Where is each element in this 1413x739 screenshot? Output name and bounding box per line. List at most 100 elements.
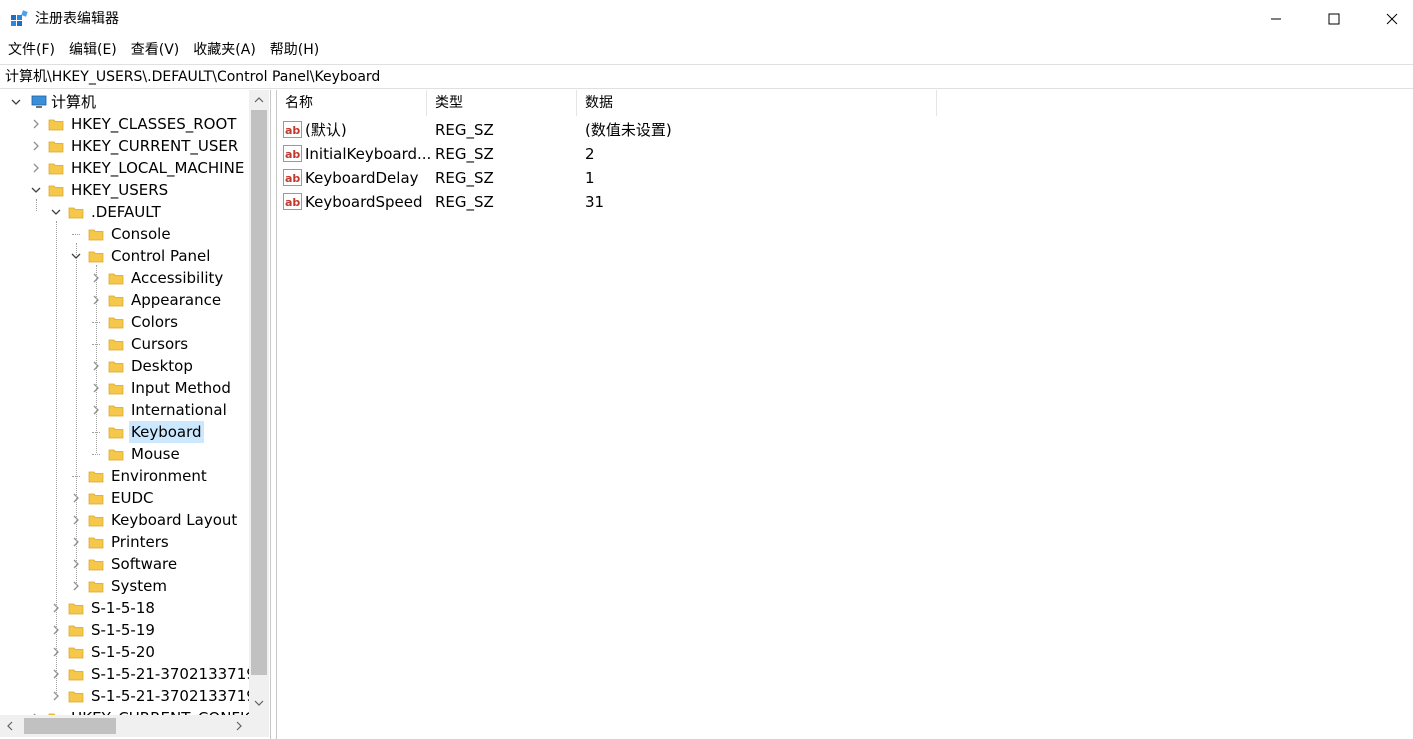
tree-item[interactable]: HKEY_CLASSES_ROOT	[0, 113, 249, 135]
chevron-down-icon[interactable]	[50, 205, 62, 219]
tree-item[interactable]: Appearance	[0, 289, 249, 311]
value-data: (数值未设置)	[585, 121, 672, 139]
tree-vertical-scrollbar[interactable]	[249, 90, 269, 715]
tree-item-label: 计算机	[51, 93, 97, 111]
tree-item-label: Desktop	[131, 357, 193, 375]
tree-item-label: Environment	[111, 467, 207, 485]
tree-item[interactable]: Software	[0, 553, 249, 575]
value-data: 31	[585, 193, 605, 211]
tree-item[interactable]: Environment	[0, 465, 249, 487]
tree-item[interactable]: .DEFAULT	[0, 201, 249, 223]
address-path[interactable]: 计算机\HKEY_USERS\.DEFAULT\Control Panel\Ke…	[5, 67, 380, 87]
tree-item-label: S-1-5-19	[91, 621, 155, 639]
value-data: 2	[585, 145, 595, 163]
tree-item-label: HKEY_LOCAL_MACHINE	[71, 159, 245, 177]
value-type: REG_SZ	[435, 145, 494, 163]
tree-item[interactable]: HKEY_LOCAL_MACHINE	[0, 157, 249, 179]
tree-item-label: EUDC	[111, 489, 154, 507]
close-button[interactable]	[1363, 0, 1413, 38]
string-value-icon: ab	[283, 169, 303, 187]
tree-item-label: S-1-5-20	[91, 643, 155, 661]
tree-item-label: Control Panel	[111, 247, 211, 265]
values-pane[interactable]: 名称 类型 数据 ab (默认) REG_SZ (数值未设置) ab InitialKey…	[276, 90, 1413, 739]
tree-item-label: S-1-5-18	[91, 599, 155, 617]
tree-item[interactable]: Control Panel	[0, 245, 249, 267]
tree-item-label: Mouse	[131, 445, 180, 463]
tree-item[interactable]: Cursors	[0, 333, 249, 355]
folder-icon	[108, 424, 124, 440]
chevron-right-icon[interactable]	[30, 139, 42, 153]
tree-item[interactable]: Accessibility	[0, 267, 249, 289]
tree-item[interactable]: Console	[0, 223, 249, 245]
menu-help[interactable]: 帮助(H)	[262, 38, 325, 62]
column-header-type[interactable]: 类型	[427, 90, 577, 116]
tree-pane[interactable]: 计算机 HKEY_CLASSES_ROOT HKEY_CURRENT_USER HKE…	[0, 90, 271, 739]
chevron-right-icon[interactable]	[30, 117, 42, 131]
folder-icon	[48, 160, 64, 176]
tree-item[interactable]: Colors	[0, 311, 249, 333]
maximize-button[interactable]	[1305, 0, 1363, 38]
tree-item-label: System	[111, 577, 167, 595]
tree-item[interactable]: Keyboard Layout	[0, 509, 249, 531]
tree-item-label: S-1-5-21-3702133719	[91, 665, 256, 683]
column-header-data[interactable]: 数据	[577, 90, 937, 116]
folder-icon	[108, 336, 124, 352]
scroll-right-arrow-icon[interactable]	[229, 715, 249, 737]
chevron-down-icon[interactable]	[10, 95, 22, 109]
tree-horizontal-scrollbar[interactable]	[0, 715, 269, 737]
address-bar[interactable]: 计算机\HKEY_USERS\.DEFAULT\Control Panel\Ke…	[0, 64, 1413, 89]
menu-edit[interactable]: 编辑(E)	[61, 38, 123, 62]
scroll-up-arrow-icon[interactable]	[249, 90, 269, 110]
tree-item-label: S-1-5-21-3702133719	[91, 687, 256, 705]
tree-item[interactable]: S-1-5-19	[0, 619, 249, 641]
tree-item[interactable]: HKEY_USERS	[0, 179, 249, 201]
tree-item[interactable]: International	[0, 399, 249, 421]
tree-item-label: Input Method	[131, 379, 231, 397]
value-row[interactable]: ab (默认) REG_SZ (数值未设置)	[277, 118, 937, 142]
tree-item[interactable]: HKEY_CURRENT_USER	[0, 135, 249, 157]
folder-icon	[68, 204, 84, 220]
registry-editor-icon	[11, 10, 28, 26]
scroll-left-arrow-icon[interactable]	[0, 715, 20, 737]
tree-item[interactable]: EUDC	[0, 487, 249, 509]
tree-guide-line	[76, 243, 77, 585]
tree-item[interactable]: Input Method	[0, 377, 249, 399]
value-name: (默认)	[305, 121, 347, 139]
tree-item[interactable]: Desktop	[0, 355, 249, 377]
vertical-scroll-thumb[interactable]	[251, 110, 267, 675]
folder-icon	[68, 688, 84, 704]
folder-icon	[108, 292, 124, 308]
tree-item-label: Appearance	[131, 291, 222, 309]
menu-view[interactable]: 查看(V)	[123, 38, 186, 62]
folder-icon	[108, 270, 124, 286]
chevron-right-icon[interactable]	[30, 161, 42, 175]
tree-item[interactable]: S-1-5-21-3702133719	[0, 663, 256, 685]
tree-item[interactable]: S-1-5-18	[0, 597, 249, 619]
tree-item-label: .DEFAULT	[91, 203, 161, 221]
folder-icon	[68, 622, 84, 638]
value-name: KeyboardDelay	[305, 169, 419, 187]
menu-favorites[interactable]: 收藏夹(A)	[185, 38, 262, 62]
tree-item[interactable]: Printers	[0, 531, 249, 553]
value-row[interactable]: ab KeyboardDelay REG_SZ 1	[277, 166, 937, 190]
tree-item-label: Software	[111, 555, 178, 573]
folder-icon	[88, 490, 104, 506]
tree-item[interactable]: S-1-5-21-3702133719	[0, 685, 256, 707]
value-row[interactable]: ab InitialKeyboard... REG_SZ 2	[277, 142, 937, 166]
tree-item[interactable]: Mouse	[0, 443, 249, 465]
column-header-name[interactable]: 名称	[277, 90, 427, 116]
folder-icon	[108, 358, 124, 374]
tree-root-computer[interactable]: 计算机	[0, 91, 249, 113]
menu-file[interactable]: 文件(F)	[0, 38, 61, 62]
tree-item-label: Printers	[111, 533, 169, 551]
tree-item[interactable]: Keyboard	[0, 421, 249, 443]
chevron-down-icon[interactable]	[30, 183, 42, 197]
value-row[interactable]: ab KeyboardSpeed REG_SZ 31	[277, 190, 937, 214]
tree-item[interactable]: System	[0, 575, 249, 597]
tree-item[interactable]: S-1-5-20	[0, 641, 249, 663]
scroll-down-arrow-icon[interactable]	[249, 693, 269, 713]
string-value-icon: ab	[283, 193, 303, 211]
horizontal-scroll-thumb[interactable]	[24, 718, 116, 734]
tree-item-label: International	[131, 401, 227, 419]
minimize-button[interactable]	[1247, 0, 1305, 38]
